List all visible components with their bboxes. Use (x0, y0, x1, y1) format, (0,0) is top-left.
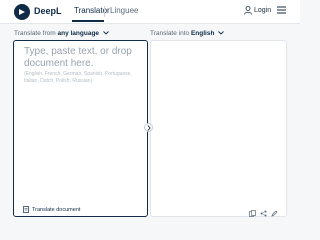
copy-icon[interactable] (249, 204, 256, 222)
document-icon (23, 206, 29, 213)
deepl-logo-icon[interactable] (14, 4, 30, 20)
top-header: DeepL Translator Linguee Login (0, 0, 300, 24)
chevron-down-icon (218, 31, 225, 35)
source-text-input[interactable]: Type, paste text, or drop document here.… (13, 40, 148, 217)
target-language-prefix: Translate into (150, 30, 190, 37)
hamburger-menu-icon[interactable] (277, 6, 286, 14)
swap-languages-button[interactable] (144, 123, 153, 132)
source-language-prefix: Translate from (14, 30, 56, 37)
target-text-output[interactable] (150, 40, 287, 217)
nav-divider (104, 6, 105, 17)
active-tab-indicator (72, 20, 104, 22)
translate-document-label: Translate document (32, 207, 81, 213)
target-language-selector[interactable]: Translate into English (150, 30, 225, 37)
share-icon[interactable] (260, 204, 267, 222)
source-placeholder: Type, paste text, or drop document here. (24, 46, 132, 69)
supported-languages-hint: (English, French, German, Spanish, Portu… (24, 71, 132, 84)
tab-linguee[interactable]: Linguee (110, 6, 138, 15)
source-language-value: any language (57, 30, 100, 37)
login-label: Login (254, 7, 272, 14)
source-language-selector[interactable]: Translate from any language (14, 30, 109, 37)
edit-icon[interactable] (271, 204, 278, 222)
brand-name: DeepL (34, 6, 62, 16)
chevron-down-icon (103, 31, 109, 35)
target-language-value: English (190, 30, 215, 37)
swap-arrow-icon (147, 125, 151, 131)
user-icon (244, 6, 252, 15)
